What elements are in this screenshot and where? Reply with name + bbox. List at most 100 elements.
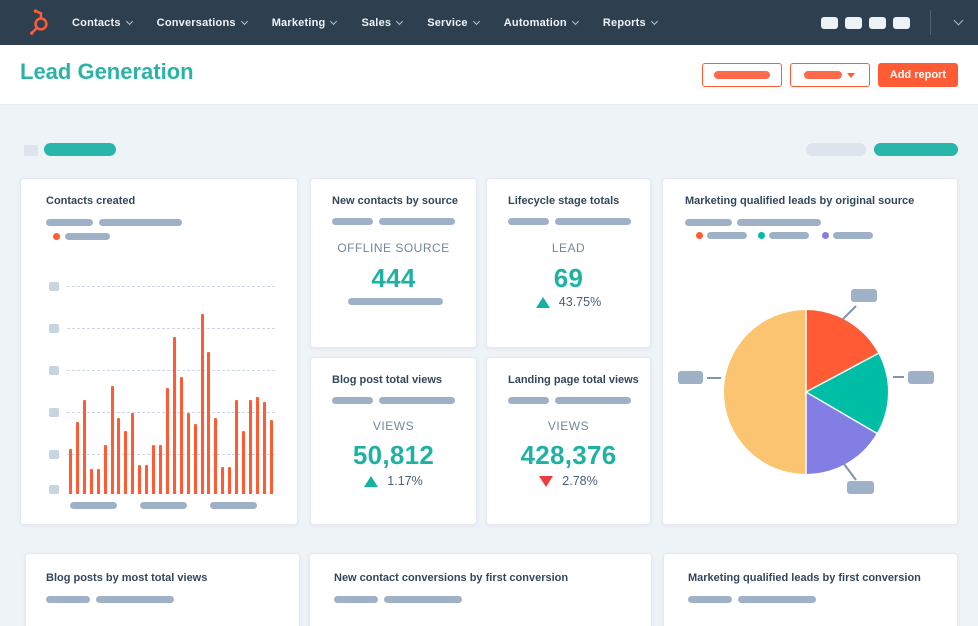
card-blog-post-total-views: Blog post total views VIEWS 50,812 1.17% [310,357,477,525]
filter-left-skeleton[interactable] [44,143,116,156]
skeleton-pill [379,218,455,225]
bar [179,377,183,494]
hubspot-dashboard: Contacts Conversations Marketing Sales S… [0,0,978,626]
delta-value: 2.78% [562,474,598,488]
bar [269,420,273,494]
card-title: New contact conversions by first convers… [334,572,569,584]
skeleton-pill [555,218,631,225]
button-label-skeleton [804,71,843,79]
bar [117,418,121,494]
metric-label: VIEWS [547,419,590,433]
bar [255,397,259,494]
card-title: Contacts created [46,195,136,207]
nav-item-contacts[interactable]: Contacts [72,17,133,29]
skeleton-pill [334,596,378,603]
skeleton-pill [688,596,732,603]
nav-tool-button-2[interactable] [845,16,862,29]
card-new-contacts-by-source: New contacts by source OFFLINE SOURCE 44… [310,178,477,348]
bar [186,413,190,494]
metric-value: 428,376 [520,440,617,470]
skeleton-pill [384,596,462,603]
legend-dot-purple [822,232,829,239]
pie-label-skeleton [678,371,703,384]
y-tick-skeleton [49,324,59,333]
button-label-skeleton [713,71,770,79]
nav-item-conversations[interactable]: Conversations [157,17,248,29]
skeleton-pill [332,397,373,404]
skeleton-pill [46,219,93,226]
card-new-contact-conversions: New contact conversions by first convers… [309,553,652,626]
card-lifecycle-stage-totals: Lifecycle stage totals LEAD 69 43.75% [486,178,651,348]
bar [214,418,218,494]
card-title: Lifecycle stage totals [508,195,620,207]
legend-dot-orange [53,233,60,240]
y-tick-skeleton [49,366,59,375]
bar [158,445,162,494]
nav-item-label: Marketing [271,16,326,29]
filter-right-teal-skeleton[interactable] [874,143,958,156]
account-chevron-down-icon[interactable] [953,15,964,26]
bar [89,469,93,494]
delta-row: 43.75% [487,295,650,309]
dashboard-action-button[interactable] [701,63,782,87]
filter-right-gray-skeleton[interactable] [806,143,866,156]
y-tick-skeleton [49,282,59,291]
nav-item-reports[interactable]: Reports [603,17,658,29]
filter-checkbox-skeleton[interactable] [24,145,38,156]
legend-label-skeleton [769,232,809,239]
metric-value: 50,812 [352,440,435,470]
x-tick-skeleton [140,502,187,509]
add-report-button[interactable]: Add report [877,63,958,87]
pie-label-skeleton [847,481,874,494]
bar [124,431,128,494]
nav-tool-button-1[interactable] [821,16,838,29]
skeleton-pill [737,219,821,226]
bar [235,400,239,494]
skeleton-pill [348,298,443,305]
legend-label-skeleton [65,233,110,240]
top-nav: Contacts Conversations Marketing Sales S… [0,0,978,45]
header-actions: Add report [701,63,958,87]
delta-row: 1.17% [311,474,476,488]
skeleton-pill [332,218,373,225]
hubspot-logo-icon[interactable] [26,9,53,36]
y-tick-skeleton [49,485,59,494]
page-title: Lead Generation [20,59,194,84]
nav-utility-area [814,10,964,35]
nav-item-label: Service [427,16,468,29]
delta-row: 2.78% [487,474,650,488]
nav-menu: Contacts Conversations Marketing Sales S… [72,16,658,29]
legend-dot-teal [758,232,765,239]
skeleton-pill [685,219,732,226]
card-blog-posts-by-most-total-views: Blog posts by most total views [25,553,300,626]
x-tick-skeleton [70,502,117,509]
skeleton-pill [46,596,90,603]
card-mql-by-first-conversion: Marketing qualified leads by first conve… [663,553,958,626]
chevron-down-icon [571,17,579,25]
skeleton-pill [99,219,182,226]
nav-tool-button-4[interactable] [893,16,910,29]
nav-item-label: Automation [503,16,567,29]
skeleton-pill [96,596,174,603]
nav-item-service[interactable]: Service [427,16,480,29]
bar [69,449,72,494]
bar [131,413,135,494]
bar [165,388,169,494]
card-title: New contacts by source [332,195,458,207]
card-title: Marketing qualified leads by first conve… [688,572,921,584]
bar [103,445,107,494]
y-tick-skeleton [49,450,59,459]
metric-value: 69 [553,263,584,293]
bar [262,402,266,494]
card-title: Blog post total views [332,374,443,386]
chevron-down-icon [125,17,133,25]
nav-item-automation[interactable]: Automation [503,16,579,29]
delta-value: 43.75% [558,295,602,309]
nav-item-sales[interactable]: Sales [361,17,404,29]
trend-up-icon [364,475,379,487]
nav-tool-button-3[interactable] [869,16,886,29]
page-header: Lead Generation Add report [0,45,978,105]
card-title: Landing page total views [508,374,639,386]
dashboard-dropdown-button[interactable] [789,63,870,87]
nav-item-marketing[interactable]: Marketing [271,16,338,29]
